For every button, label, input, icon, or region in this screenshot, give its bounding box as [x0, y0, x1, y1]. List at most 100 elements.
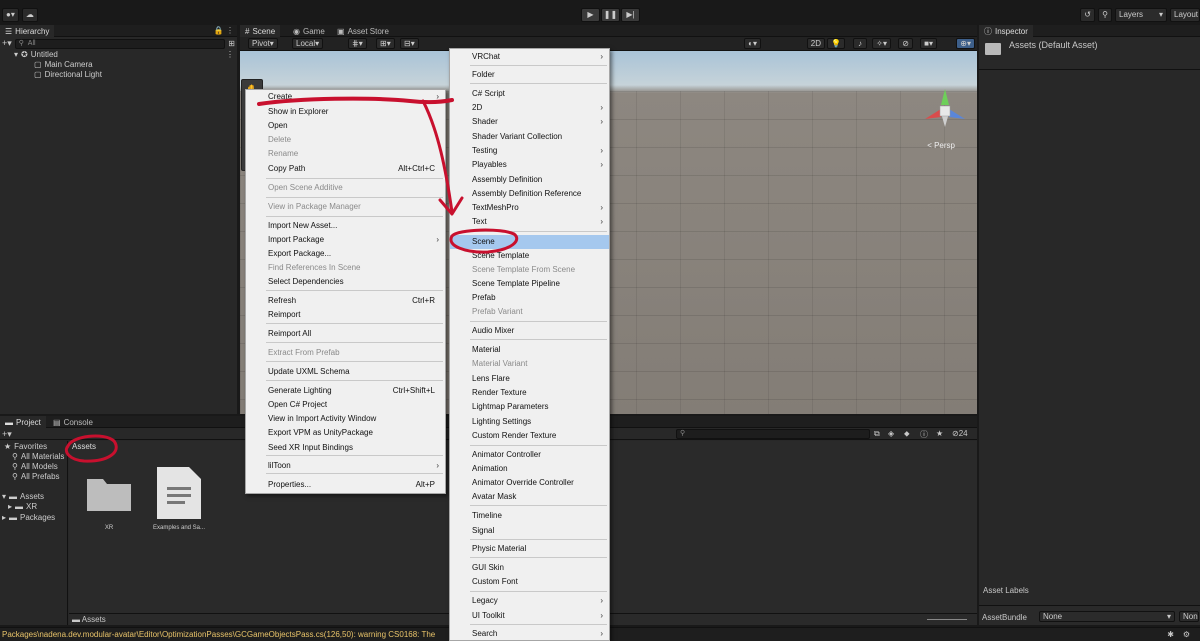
draw-mode-dropdown[interactable]: ◐▾: [744, 38, 761, 49]
tab-project[interactable]: ▬ Project: [0, 416, 46, 428]
create-item-timeline[interactable]: Timeline: [450, 509, 609, 523]
tree-item-scene[interactable]: ▾ ✪ Untitled: [14, 50, 58, 60]
tree-item-directional-light[interactable]: ▢ Directional Light: [34, 70, 102, 80]
create-item-c-script[interactable]: C# Script: [450, 87, 609, 101]
menu-item-seed-xr-input-bindings[interactable]: Seed XR Input Bindings: [246, 441, 445, 455]
menu-item-open[interactable]: Open: [246, 119, 445, 133]
cloud-button[interactable]: ☁: [21, 8, 38, 22]
tree-item-assets[interactable]: ▾ ▬ Assets: [2, 492, 44, 502]
mode-2d-toggle[interactable]: 2D: [806, 38, 825, 49]
tab-hierarchy[interactable]: ☰ Hierarchy: [0, 25, 55, 37]
hierarchy-search-input[interactable]: ⚲ All: [14, 38, 226, 49]
menu-item-export-package[interactable]: Export Package...: [246, 247, 445, 261]
filter-icon[interactable]: ⊞: [228, 39, 235, 48]
create-item-assembly-definition[interactable]: Assembly Definition: [450, 173, 609, 187]
increment-dropdown[interactable]: ⊟▾: [400, 38, 419, 49]
console-warning-message[interactable]: Packages\nadena.dev.modular-avatar\Edito…: [2, 630, 435, 639]
asset-bundle-dropdown[interactable]: None ▾: [1039, 611, 1175, 622]
settings-icon[interactable]: ⚙: [1183, 630, 1190, 639]
local-dropdown[interactable]: Local ▾: [292, 38, 324, 49]
effects-dropdown[interactable]: ✧▾: [872, 38, 891, 49]
tab-scene[interactable]: # Scene: [240, 25, 281, 37]
menu-item-import-new-asset[interactable]: Import New Asset...: [246, 219, 445, 233]
pause-button[interactable]: ❚❚: [601, 8, 620, 22]
gizmos-dropdown[interactable]: ⊕▾: [956, 38, 975, 49]
lighting-toggle[interactable]: 💡: [827, 38, 845, 49]
favorite-star-icon[interactable]: ★: [936, 429, 943, 438]
create-item-prefab[interactable]: Prefab: [450, 291, 609, 305]
search-by-type-icon[interactable]: ⧉: [874, 429, 880, 439]
asset-variant-dropdown[interactable]: None: [1179, 611, 1199, 622]
create-item-signal[interactable]: Signal: [450, 524, 609, 538]
create-item-2d[interactable]: 2D ›: [450, 101, 609, 115]
camera-dropdown[interactable]: ■▾: [920, 38, 937, 49]
create-item-scene-template[interactable]: Scene Template: [450, 249, 609, 263]
create-item-testing[interactable]: Testing ›: [450, 144, 609, 158]
create-item-vrchat[interactable]: VRChat ›: [450, 50, 609, 64]
folder-icon[interactable]: [85, 473, 133, 513]
tab-asset-store[interactable]: ▣ Asset Store: [332, 25, 394, 37]
audio-toggle[interactable]: ♪: [853, 38, 867, 49]
menu-item-open-c-project[interactable]: Open C# Project: [246, 398, 445, 412]
tree-item-all-prefabs[interactable]: ⚲ All Prefabs: [12, 472, 60, 482]
label-icon[interactable]: ⬥: [904, 429, 910, 439]
create-item-textmeshpro[interactable]: TextMeshPro ›: [450, 201, 609, 215]
add-icon[interactable]: +▾: [2, 429, 12, 440]
visibility-toggle[interactable]: ⊘: [898, 38, 913, 49]
create-item-shader-variant-collection[interactable]: Shader Variant Collection: [450, 130, 609, 144]
pivot-dropdown[interactable]: Pivot ▾: [248, 38, 278, 49]
tree-item-favorites[interactable]: ★ Favorites: [4, 442, 47, 452]
tab-console[interactable]: ▤ Console: [48, 416, 98, 428]
create-item-material[interactable]: Material: [450, 343, 609, 357]
menu-item-view-in-import-activity-window[interactable]: View in Import Activity Window: [246, 412, 445, 426]
add-icon[interactable]: +▾: [2, 38, 12, 49]
orientation-gizmo-icon[interactable]: [921, 85, 969, 133]
account-button[interactable]: ●▾: [2, 8, 19, 22]
layout-dropdown[interactable]: Layout: [1170, 8, 1200, 22]
menu-item-show-in-explorer[interactable]: Show in Explorer: [246, 105, 445, 119]
create-item-assembly-definition-reference[interactable]: Assembly Definition Reference: [450, 187, 609, 201]
panel-menu-icon[interactable]: 🔒 ⋮: [214, 26, 234, 35]
play-button[interactable]: ▶: [581, 8, 600, 22]
tree-item-xr[interactable]: ▸ ▬ XR: [8, 502, 37, 512]
menu-item-export-vpm-as-unitypackage[interactable]: Export VPM as UnityPackage: [246, 426, 445, 440]
document-icon[interactable]: [155, 465, 203, 521]
create-item-animator-override-controller[interactable]: Animator Override Controller: [450, 476, 609, 490]
create-item-custom-font[interactable]: Custom Font: [450, 575, 609, 589]
tree-item-packages[interactable]: ▸ ▬ Packages: [2, 513, 55, 523]
create-item-custom-render-texture[interactable]: Custom Render Texture: [450, 429, 609, 443]
hidden-packages-icon[interactable]: ⊘24: [952, 429, 968, 438]
create-item-lens-flare[interactable]: Lens Flare: [450, 372, 609, 386]
tree-item-all-models[interactable]: ⚲ All Models: [12, 462, 58, 472]
create-item-text[interactable]: Text ›: [450, 215, 609, 229]
create-item-lighting-settings[interactable]: Lighting Settings: [450, 415, 609, 429]
create-item-animator-controller[interactable]: Animator Controller: [450, 448, 609, 462]
create-item-physic-material[interactable]: Physic Material: [450, 542, 609, 556]
create-item-audio-mixer[interactable]: Audio Mixer: [450, 324, 609, 338]
create-item-search[interactable]: Search ›: [450, 627, 609, 641]
menu-item-properties[interactable]: Properties... Alt+P: [246, 478, 445, 492]
create-item-ui-toolkit[interactable]: UI Toolkit ›: [450, 609, 609, 623]
assets-breadcrumb[interactable]: Assets: [72, 442, 96, 451]
menu-item-reimport-all[interactable]: Reimport All: [246, 327, 445, 341]
create-item-lightmap-parameters[interactable]: Lightmap Parameters: [450, 400, 609, 414]
menu-item-update-uxml-schema[interactable]: Update UXML Schema: [246, 365, 445, 379]
create-item-render-texture[interactable]: Render Texture: [450, 386, 609, 400]
menu-item-reimport[interactable]: Reimport: [246, 308, 445, 322]
info-icon[interactable]: ⓘ: [920, 429, 928, 440]
create-item-scene[interactable]: Scene: [450, 235, 609, 249]
tree-item-all-materials[interactable]: ⚲ All Materials: [12, 452, 64, 462]
icon-size-slider[interactable]: [927, 619, 967, 620]
create-item-legacy[interactable]: Legacy ›: [450, 594, 609, 608]
create-item-shader[interactable]: Shader ›: [450, 115, 609, 129]
menu-item-generate-lighting[interactable]: Generate Lighting Ctrl+Shift+L: [246, 384, 445, 398]
search-button[interactable]: ⚲: [1098, 8, 1112, 22]
menu-item-create[interactable]: Create ›: [246, 90, 445, 104]
step-button[interactable]: ▶|: [621, 8, 640, 22]
menu-item-refresh[interactable]: Refresh Ctrl+R: [246, 294, 445, 308]
history-button[interactable]: ↺: [1080, 8, 1095, 22]
search-by-label-icon[interactable]: ◈: [888, 429, 894, 438]
create-item-folder[interactable]: Folder: [450, 68, 609, 82]
project-search-input[interactable]: ⚲: [676, 429, 870, 439]
create-item-playables[interactable]: Playables ›: [450, 158, 609, 172]
